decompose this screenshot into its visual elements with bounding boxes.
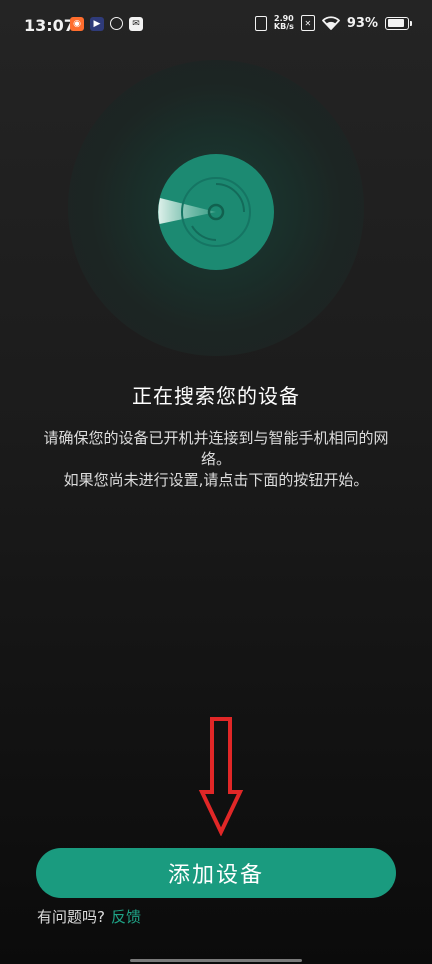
home-indicator[interactable]	[130, 959, 302, 962]
feedback-row: 有问题吗? 反馈	[37, 906, 141, 927]
chat-app-icon: ✉	[129, 17, 143, 31]
network-speed-unit: KB/s	[273, 22, 294, 31]
help-text: 有问题吗?	[37, 908, 105, 926]
radar-sweep-icon	[158, 177, 251, 247]
battery-percent: 93%	[346, 15, 378, 31]
feedback-link[interactable]: 反馈	[111, 908, 141, 926]
search-title: 正在搜索您的设备	[132, 384, 300, 408]
vibrate-icon	[254, 15, 267, 31]
notification-app-icon: ◉	[70, 17, 84, 31]
description-line-1: 请确保您的设备已开机并连接到与智能手机相同的网络。	[43, 429, 389, 468]
description-line-2: 如果您尚未进行设置,请点击下面的按钮开始。	[63, 471, 369, 489]
battery-fill	[387, 19, 405, 27]
sync-app-icon	[110, 17, 123, 30]
status-right-group: 2.90 KB/s ✕ 93%	[254, 15, 412, 31]
status-notification-icons: ◉ ▶ ✉	[70, 17, 143, 31]
down-arrow-annotation-icon	[198, 717, 244, 836]
network-speed: 2.90 KB/s	[274, 15, 294, 31]
wifi-icon	[321, 16, 340, 30]
video-app-icon: ▶	[90, 17, 104, 31]
add-device-button[interactable]: 添加设备	[36, 848, 396, 898]
status-time: 13:07	[24, 16, 75, 35]
sim-icon: ✕	[300, 15, 315, 31]
battery-cap	[410, 20, 412, 26]
search-description: 请确保您的设备已开机并连接到与智能手机相同的网络。 如果您尚未进行设置,请点击下…	[30, 428, 402, 491]
radar-disc	[158, 154, 274, 270]
status-bar: 13:07 ◉ ▶ ✉ 2.90 KB/s ✕ 93%	[0, 0, 432, 52]
battery-icon	[385, 16, 412, 30]
